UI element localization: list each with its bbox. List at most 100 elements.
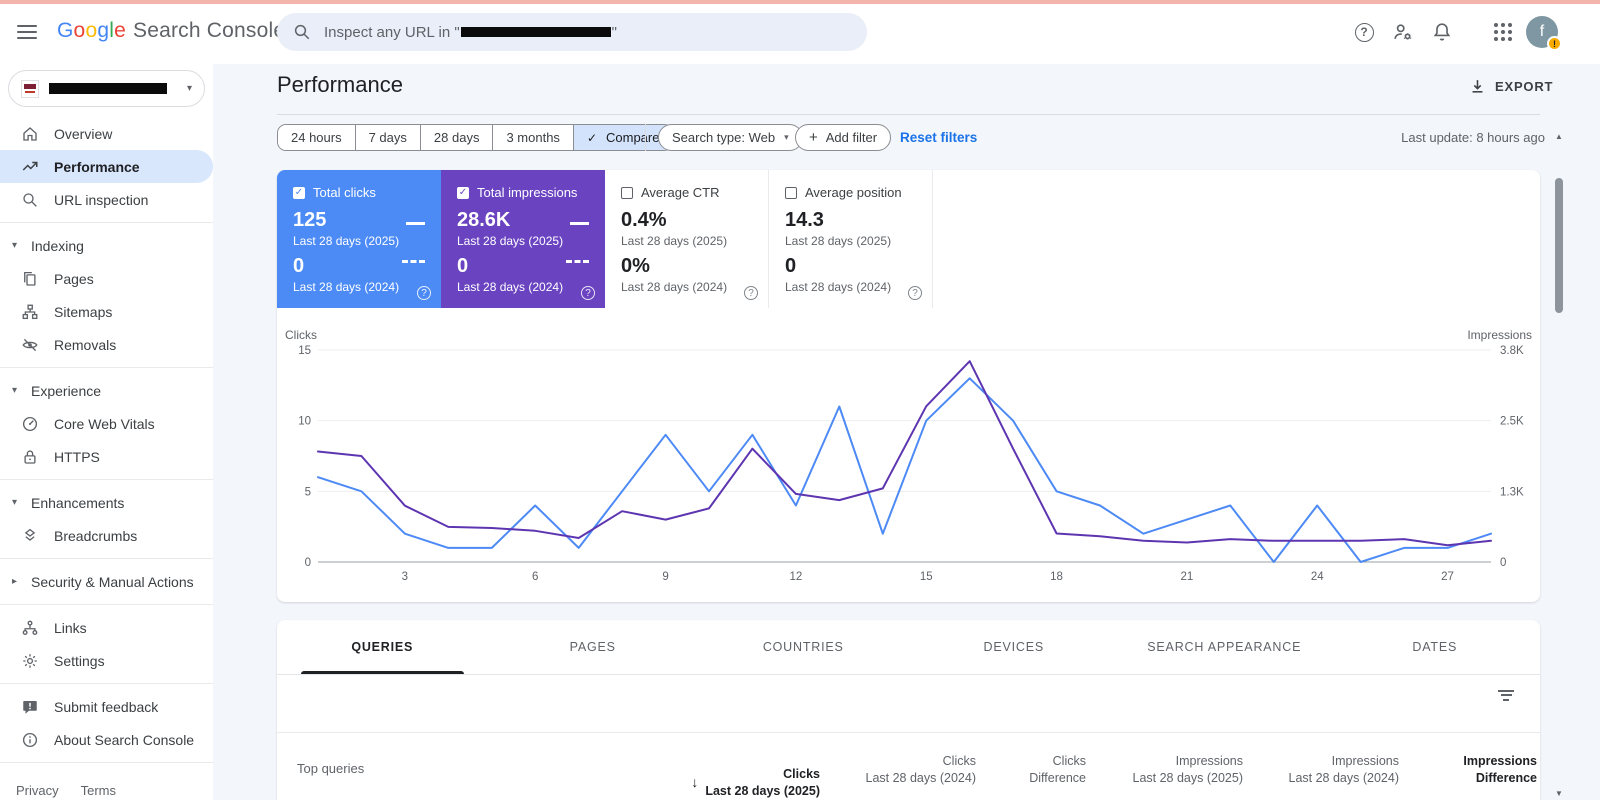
sidebar-item-pages[interactable]: Pages	[0, 262, 213, 295]
layers-icon	[24, 528, 36, 541]
column-header-impressions-2025[interactable]: Impressions Last 28 days (2025)	[1086, 745, 1244, 800]
divider	[0, 762, 213, 763]
filter-3-months[interactable]: 3 months	[492, 125, 573, 150]
filter-7-days[interactable]: 7 days	[354, 125, 420, 150]
column-header-impressions-2024[interactable]: Impressions Last 28 days (2024)	[1243, 745, 1400, 800]
divider	[277, 114, 1540, 115]
checkbox-unchecked[interactable]	[621, 186, 633, 199]
scrollbar-thumb[interactable]	[1555, 178, 1563, 313]
sidebar-section-indexing[interactable]: ▾ Indexing	[0, 229, 213, 262]
help-icon[interactable]: ?	[908, 286, 922, 300]
checkbox-checked[interactable]: ✓	[293, 186, 305, 199]
tab-pages[interactable]: PAGES	[488, 620, 699, 674]
sidebar-item-url-inspection[interactable]: URL inspection	[0, 183, 213, 216]
column-header-clicks-2025[interactable]: ↓ Clicks Last 28 days (2025)	[690, 745, 820, 800]
manage-accounts-icon[interactable]	[1392, 21, 1414, 43]
tab-devices[interactable]: DEVICES	[909, 620, 1120, 674]
column-header-clicks-2024[interactable]: Clicks Last 28 days (2024)	[820, 745, 977, 800]
column-header-clicks-difference[interactable]: Clicks Difference	[976, 745, 1086, 800]
tab-countries[interactable]: COUNTRIES	[698, 620, 909, 674]
notifications-bell-icon[interactable]	[1431, 21, 1453, 43]
sidebar-section-security[interactable]: ▸ Security & Manual Actions	[0, 565, 213, 598]
filter-28-days[interactable]: 28 days	[419, 125, 493, 150]
property-selector[interactable]: ▾	[8, 70, 205, 107]
performance-line-chart[interactable]: 0 0 5 1.3K 10 2.5K 15 3.8K Clicks Impressions 3 6 9 1…	[277, 327, 1540, 602]
sitemap-icon	[22, 304, 38, 319]
vertical-scrollbar[interactable]: ▲ ▼	[1552, 130, 1566, 798]
help-icon[interactable]: ?	[417, 286, 431, 300]
caret-down-icon: ▾	[784, 132, 789, 142]
sidebar-item-https[interactable]: HTTPS	[0, 440, 213, 473]
window-top-strip	[0, 0, 1600, 4]
account-alert-badge: !	[1547, 36, 1562, 51]
sidebar-item-about[interactable]: About Search Console	[0, 723, 213, 756]
url-inspection-search-input[interactable]: Inspect any URL in " "	[277, 13, 867, 51]
help-icon[interactable]: ?	[1353, 21, 1375, 43]
sidebar-item-removals[interactable]: Removals	[0, 328, 213, 361]
divider	[0, 367, 213, 368]
logo-letter: o	[85, 19, 98, 42]
metric-tile-average-ctr[interactable]: Average CTR 0.4% Last 28 days (2025) 0% …	[605, 170, 769, 308]
check-icon: ✓	[586, 130, 597, 145]
help-icon[interactable]: ?	[744, 286, 758, 300]
search-placeholder: Inspect any URL in "	[324, 23, 460, 41]
metric-tile-total-impressions[interactable]: ✓ Total impressions 28.6K Last 28 days (2…	[441, 170, 605, 308]
chevron-down-icon: ▾	[186, 83, 192, 94]
table-filter-icon[interactable]	[1498, 690, 1514, 702]
svg-text:1.3K: 1.3K	[1500, 486, 1524, 498]
app-logo[interactable]: Google Search Console	[57, 19, 285, 43]
metric-tiles: ✓ Total clicks 125 Last 28 days (2025) 0 …	[277, 170, 1540, 308]
sidebar-item-overview[interactable]: Overview	[0, 117, 213, 150]
tab-queries[interactable]: QUERIES	[277, 620, 488, 674]
checkbox-checked[interactable]: ✓	[457, 186, 469, 199]
sidebar-item-label: Links	[54, 619, 87, 636]
sidebar-item-submit-feedback[interactable]: Submit feedback	[0, 690, 213, 723]
filter-24-hours[interactable]: 24 hours	[278, 125, 355, 150]
metric-tile-average-position[interactable]: Average position 14.3 Last 28 days (2025…	[769, 170, 933, 308]
link-graph-icon	[22, 620, 38, 635]
svg-text:15: 15	[298, 345, 311, 357]
sidebar-item-sitemaps[interactable]: Sitemaps	[0, 295, 213, 328]
sidebar-footer: Privacy Terms	[0, 769, 213, 798]
sidebar-item-label: Core Web Vitals	[54, 415, 155, 432]
section-label: Enhancements	[31, 494, 125, 511]
metric-value-2025: 125	[293, 209, 327, 231]
reset-filters-link[interactable]: Reset filters	[900, 130, 977, 145]
sidebar-item-label: HTTPS	[54, 448, 100, 465]
sidebar-item-core-web-vitals[interactable]: Core Web Vitals	[0, 407, 213, 440]
export-button[interactable]: EXPORT	[1469, 78, 1553, 95]
terms-link[interactable]: Terms	[81, 783, 116, 798]
sidebar-item-performance[interactable]: Performance	[0, 150, 213, 183]
checkbox-unchecked[interactable]	[785, 186, 797, 199]
add-filter-chip[interactable]: + Add filter	[795, 124, 892, 151]
google-apps-grid-icon[interactable]	[1492, 21, 1514, 43]
sidebar-item-settings[interactable]: Settings	[0, 644, 213, 677]
caret-down-icon: ▾	[12, 497, 18, 508]
account-avatar[interactable]: f !	[1526, 16, 1562, 51]
logo-letter: g	[97, 19, 110, 42]
section-label: Experience	[31, 382, 102, 399]
sidebar-item-links[interactable]: Links	[0, 611, 213, 644]
privacy-link[interactable]: Privacy	[16, 783, 59, 798]
app-title: Search Console	[132, 19, 286, 42]
tab-search-appearance[interactable]: SEARCH APPEARANCE	[1119, 620, 1330, 674]
metric-tile-total-clicks[interactable]: ✓ Total clicks 125 Last 28 days (2025) 0 …	[277, 170, 441, 308]
sidebar-item-breadcrumbs[interactable]: Breadcrumbs	[0, 519, 213, 552]
logo-letter: e	[114, 19, 126, 42]
column-header-impressions-difference[interactable]: Impressions Difference	[1399, 745, 1537, 800]
svg-text:15: 15	[920, 571, 933, 583]
search-type-filter-chip[interactable]: Search type: Web ▾	[658, 124, 803, 151]
sidebar-section-enhancements[interactable]: ▾ Enhancements	[0, 486, 213, 519]
hamburger-menu-icon[interactable]	[17, 25, 37, 39]
section-label: Security & Manual Actions	[31, 573, 194, 590]
help-icon[interactable]: ?	[581, 286, 595, 300]
sidebar-section-experience[interactable]: ▾ Experience	[0, 374, 213, 407]
tab-dates[interactable]: DATES	[1330, 620, 1541, 674]
sidebar-item-label: Performance	[54, 158, 140, 175]
column-header-top-queries[interactable]: Top queries	[297, 745, 690, 800]
sidebar-item-label: Breadcrumbs	[54, 527, 138, 544]
scrollbar-up-arrow[interactable]: ▲	[1552, 132, 1566, 141]
top-app-bar: Google Search Console Inspect any URL in …	[0, 0, 1600, 64]
redacted-property-name	[49, 83, 167, 94]
scrollbar-down-arrow[interactable]: ▼	[1552, 789, 1566, 798]
